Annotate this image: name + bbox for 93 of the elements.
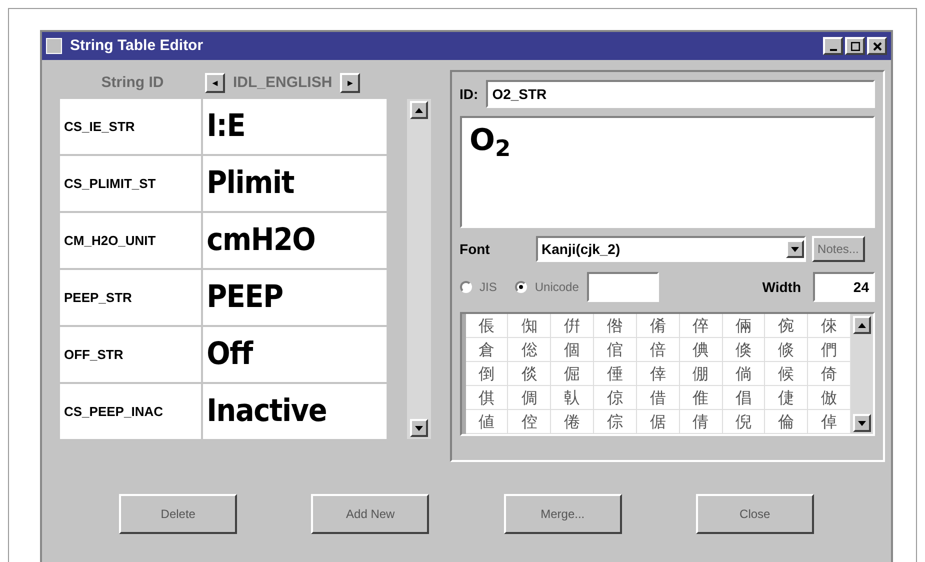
glyph-cell[interactable]: 個: [551, 338, 594, 362]
glyph-cell[interactable]: 倛: [466, 386, 508, 410]
down-arrow-icon: [858, 420, 866, 426]
string-text-cell[interactable]: PEEP: [203, 270, 387, 325]
string-id-cell[interactable]: PEEP_STR: [60, 270, 203, 325]
app-icon: [46, 38, 62, 54]
string-text-area[interactable]: O$_{2}$: [460, 116, 875, 228]
close-icon: [872, 42, 882, 50]
glyph-cell[interactable]: 倪: [722, 410, 766, 434]
glyph-cell[interactable]: 倇: [765, 314, 808, 338]
glyph-scrollbar[interactable]: [851, 314, 873, 434]
glyph-cell[interactable]: 倠: [680, 386, 722, 410]
glyph-cell[interactable]: 倓: [508, 362, 552, 386]
radio-label: JIS: [480, 279, 497, 296]
glyph-cell[interactable]: 倖: [636, 362, 680, 386]
width-label: Width: [762, 278, 801, 296]
up-arrow-icon: [415, 108, 423, 112]
dialog-button[interactable]: Close: [696, 494, 814, 534]
glyph-cell[interactable]: 倄: [636, 314, 680, 338]
glyph-cell[interactable]: 倗: [680, 362, 722, 386]
dialog-button[interactable]: Add New: [311, 494, 430, 534]
string-text-cell[interactable]: I:E: [203, 99, 387, 154]
string-id-cell[interactable]: CS_IE_STR: [60, 99, 203, 154]
window-title: String Table Editor: [70, 36, 204, 56]
glyph-cell[interactable]: 倞: [594, 386, 637, 410]
dialog-button[interactable]: Merge...: [504, 494, 622, 534]
glyph-cell[interactable]: 倊: [508, 338, 552, 362]
glyph-cell[interactable]: 倜: [508, 386, 552, 410]
glyph-cell[interactable]: 倨: [636, 410, 680, 434]
glyph-cell[interactable]: 値: [466, 410, 508, 434]
column-header: String ID: [100, 72, 165, 93]
minimize-icon: [830, 49, 836, 51]
string-text-cell[interactable]: Off: [203, 327, 387, 382]
font-dropdown[interactable]: Kanji(cjk_2): [536, 236, 806, 262]
glyph-cell[interactable]: 倃: [594, 314, 637, 338]
glyph-cell[interactable]: 倝: [551, 386, 594, 410]
glyph-cell[interactable]: 倢: [765, 386, 808, 410]
close-button[interactable]: [867, 37, 887, 55]
dropdown-button[interactable]: [786, 240, 804, 258]
glyph-cell[interactable]: 倩: [680, 410, 722, 434]
glyph-cell[interactable]: 倦: [551, 410, 594, 434]
dialog-button[interactable]: Delete: [119, 494, 238, 534]
glyph-cell[interactable]: 倘: [722, 362, 766, 386]
glyph-cell[interactable]: 候: [765, 362, 808, 386]
glyph-cell[interactable]: 倫: [765, 410, 808, 434]
string-id-cell[interactable]: CS_PEEP_INAC: [60, 384, 203, 439]
glyph-cell[interactable]: 借: [636, 386, 680, 410]
radio-label: Unicode: [534, 279, 579, 296]
glyph-cell[interactable]: 倆: [722, 314, 766, 338]
radio-button[interactable]: [514, 281, 527, 293]
minimize-button[interactable]: [823, 37, 843, 55]
glyph-cell[interactable]: 倏: [722, 338, 766, 362]
string-text-cell[interactable]: Plimit: [203, 156, 387, 211]
glyph-cell[interactable]: 倒: [466, 362, 508, 386]
vertical-scrollbar[interactable]: [407, 99, 431, 439]
radio-button[interactable]: [460, 281, 472, 293]
glyph-cell[interactable]: 倀: [466, 314, 508, 338]
code-field[interactable]: [586, 272, 659, 302]
scroll-up-button[interactable]: [410, 101, 428, 119]
glyph-cell[interactable]: 倥: [508, 410, 552, 434]
glyph-cell[interactable]: 倎: [680, 338, 722, 362]
string-text-cell[interactable]: Inactive: [203, 384, 387, 439]
scroll-down-button[interactable]: [410, 419, 428, 437]
maximize-icon: [850, 42, 860, 50]
glyph-cell[interactable]: 倔: [551, 362, 594, 386]
glyph-cell[interactable]: 倕: [594, 362, 637, 386]
string-text-cell[interactable]: cmH2O: [203, 213, 387, 268]
glyph-cell[interactable]: 倧: [594, 410, 637, 434]
glyph-cell[interactable]: 倉: [466, 338, 508, 362]
string-id-cell[interactable]: OFF_STR: [60, 327, 203, 382]
up-arrow-icon: [858, 322, 866, 328]
string-id-cell[interactable]: CS_PLIMIT_ST: [60, 156, 203, 211]
scroll-up-button[interactable]: [853, 316, 871, 334]
down-arrow-icon: [415, 426, 423, 430]
string-id-cell[interactable]: CM_H2O_UNIT: [60, 213, 203, 268]
glyph-cell[interactable]: 倂: [551, 314, 594, 338]
scroll-down-button[interactable]: [853, 414, 871, 432]
next-language-button[interactable]: ►: [340, 73, 360, 93]
width-field[interactable]: 24: [813, 272, 875, 302]
previous-language-button[interactable]: ◄: [205, 73, 225, 93]
glyph-cell[interactable]: 倡: [722, 386, 766, 410]
font-label: Font: [460, 240, 491, 258]
down-arrow-icon: [790, 246, 799, 252]
glyph-cell[interactable]: 倍: [636, 338, 680, 362]
glyph-cell[interactable]: 倐: [765, 338, 808, 362]
maximize-button[interactable]: [845, 37, 865, 55]
id-label: ID:: [460, 84, 478, 104]
id-field[interactable]: O2_STR: [486, 80, 875, 108]
glyph-cell[interactable]: 倌: [594, 338, 637, 362]
glyph-cell[interactable]: 倅: [680, 314, 722, 338]
glyph-cell[interactable]: 倁: [508, 314, 552, 338]
language-header: IDL_ENGLISH: [232, 72, 334, 93]
font-value: Kanji(cjk_2): [540, 240, 622, 259]
